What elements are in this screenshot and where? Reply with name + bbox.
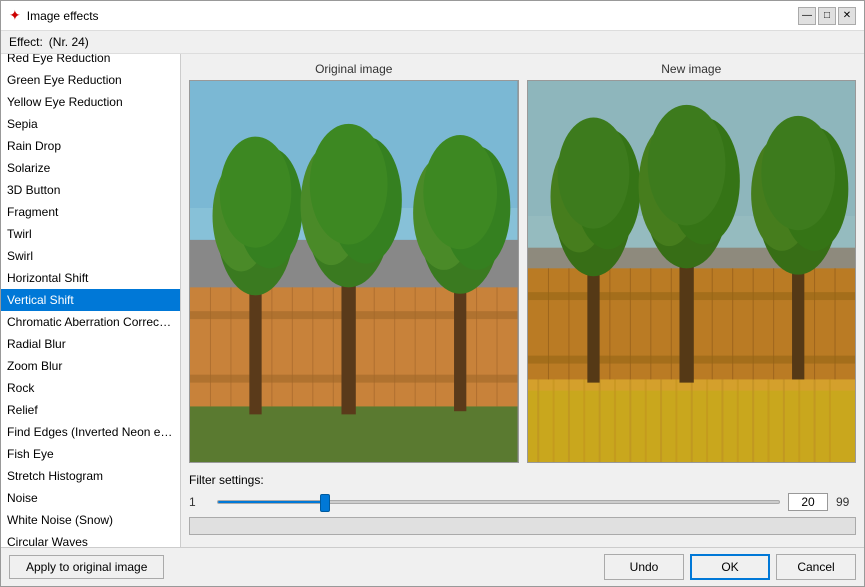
ok-button[interactable]: OK xyxy=(690,554,770,580)
sidebar-item-solarize[interactable]: Solarize xyxy=(1,157,180,179)
sidebar-item-twirl[interactable]: Twirl xyxy=(1,223,180,245)
sidebar-item-rock[interactable]: Rock xyxy=(1,377,180,399)
filter-settings: Filter settings: 1 20 99 xyxy=(189,469,856,539)
title-bar-left: ✦ Image effects xyxy=(9,7,99,24)
sidebar-item-circular-waves[interactable]: Circular Waves xyxy=(1,531,180,547)
maximize-button[interactable]: □ xyxy=(818,7,836,25)
sidebar: BlurGaussian BlurFast Gaussian BlurBlur … xyxy=(1,54,181,547)
new-image-panel: New image xyxy=(527,62,857,463)
app-icon: ✦ xyxy=(9,7,21,24)
apply-button[interactable]: Apply to original image xyxy=(9,555,164,579)
effect-label: Effect: xyxy=(9,35,43,49)
effect-bar: Effect: (Nr. 24) xyxy=(1,31,864,54)
new-image-container xyxy=(527,80,857,463)
sidebar-item-swirl[interactable]: Swirl xyxy=(1,245,180,267)
slider-min: 1 xyxy=(189,495,209,509)
sidebar-item-horizontal-shift[interactable]: Horizontal Shift xyxy=(1,267,180,289)
progress-bar-row xyxy=(189,517,856,535)
minimize-button[interactable]: — xyxy=(798,7,816,25)
sidebar-item-zoom-blur[interactable]: Zoom Blur xyxy=(1,355,180,377)
slider-track-container[interactable] xyxy=(217,500,780,504)
sidebar-item-noise[interactable]: Noise xyxy=(1,487,180,509)
progress-bar xyxy=(189,517,856,535)
undo-button[interactable]: Undo xyxy=(604,554,684,580)
window-title: Image effects xyxy=(27,9,99,23)
effects-list[interactable]: BlurGaussian BlurFast Gaussian BlurBlur … xyxy=(1,54,180,547)
bottom-buttons: Apply to original image Undo OK Cancel xyxy=(1,547,864,586)
sidebar-item-chromatic-aberration[interactable]: Chromatic Aberration Correction xyxy=(1,311,180,333)
slider-row: 1 20 99 xyxy=(189,493,856,511)
sidebar-item-rain-drop[interactable]: Rain Drop xyxy=(1,135,180,157)
title-bar: ✦ Image effects — □ ✕ xyxy=(1,1,864,31)
original-image-container xyxy=(189,80,519,463)
sidebar-item-fish-eye[interactable]: Fish Eye xyxy=(1,443,180,465)
sidebar-item-white-noise[interactable]: White Noise (Snow) xyxy=(1,509,180,531)
btn-group: Undo OK Cancel xyxy=(604,554,856,580)
title-bar-controls: — □ ✕ xyxy=(798,7,856,25)
original-image-label: Original image xyxy=(315,62,392,76)
sidebar-item-fragment[interactable]: Fragment xyxy=(1,201,180,223)
effect-value: (Nr. 24) xyxy=(49,35,89,49)
sidebar-item-green-eye-reduction[interactable]: Green Eye Reduction xyxy=(1,69,180,91)
sidebar-item-vertical-shift[interactable]: Vertical Shift xyxy=(1,289,180,311)
slider-track xyxy=(217,500,780,504)
original-image-svg xyxy=(190,81,518,462)
new-image-label: New image xyxy=(661,62,721,76)
slider-max: 99 xyxy=(836,495,856,509)
sidebar-item-red-eye-reduction[interactable]: Red Eye Reduction xyxy=(1,54,180,69)
new-image-svg xyxy=(528,81,856,462)
main-content: BlurGaussian BlurFast Gaussian BlurBlur … xyxy=(1,54,864,547)
slider-thumb[interactable] xyxy=(320,494,330,512)
sidebar-item-find-edges[interactable]: Find Edges (Inverted Neon edge) xyxy=(1,421,180,443)
main-area: Original image xyxy=(181,54,864,547)
close-button[interactable]: ✕ xyxy=(838,7,856,25)
sidebar-item-sepia[interactable]: Sepia xyxy=(1,113,180,135)
images-row: Original image xyxy=(189,62,856,463)
filter-settings-label: Filter settings: xyxy=(189,473,856,487)
slider-fill xyxy=(218,501,325,503)
sidebar-item-radial-blur[interactable]: Radial Blur xyxy=(1,333,180,355)
sidebar-item-3d-button[interactable]: 3D Button xyxy=(1,179,180,201)
sidebar-item-stretch-histogram[interactable]: Stretch Histogram xyxy=(1,465,180,487)
slider-value[interactable]: 20 xyxy=(788,493,828,511)
main-window: ✦ Image effects — □ ✕ Effect: (Nr. 24) B… xyxy=(0,0,865,587)
sidebar-item-relief[interactable]: Relief xyxy=(1,399,180,421)
sidebar-item-yellow-eye-reduction[interactable]: Yellow Eye Reduction xyxy=(1,91,180,113)
cancel-button[interactable]: Cancel xyxy=(776,554,856,580)
original-image-panel: Original image xyxy=(189,62,519,463)
